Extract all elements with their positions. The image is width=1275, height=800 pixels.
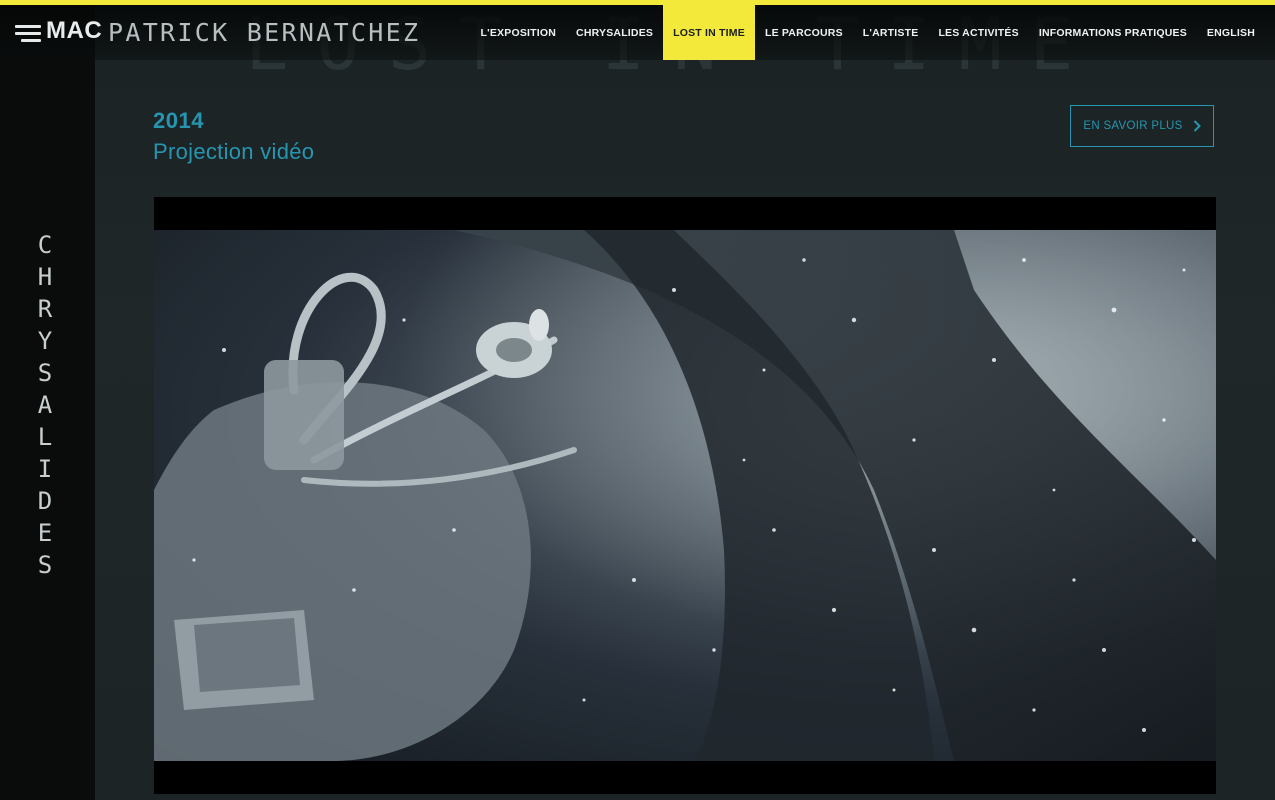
nav-item-les-activités[interactable]: LES ACTIVITÉS: [928, 5, 1028, 60]
sidebar: CHRYSALIDES: [0, 5, 95, 800]
video-frame: [154, 230, 1216, 761]
mac-logo[interactable]: MAC: [46, 17, 102, 45]
artwork-year: 2014: [153, 108, 204, 133]
learn-more-button[interactable]: EN SAVOIR PLUS: [1070, 105, 1214, 147]
main-nav: L'EXPOSITION CHRYSALIDES LOST IN TIME LE PA…: [481, 5, 1265, 60]
site-header: MAC PATRICK BERNATCHEZ L'EXPOSITION CHRYS…: [0, 5, 1275, 60]
hamburger-icon[interactable]: [15, 25, 41, 43]
nav-item-informations-pratiques[interactable]: INFORMATIONS PRATIQUES: [1029, 5, 1197, 60]
learn-more-label: EN SAVOIR PLUS: [1083, 120, 1183, 132]
sidebar-title-letter: R: [37, 295, 53, 323]
sidebar-title-letter: I: [37, 455, 53, 483]
sidebar-title-letter: C: [37, 231, 53, 259]
sidebar-title-letter: A: [37, 391, 53, 419]
sidebar-title-letter: E: [37, 519, 53, 547]
video-still-image: [154, 230, 1216, 761]
nav-item-le-parcours[interactable]: LE PARCOURS: [755, 5, 853, 60]
sidebar-title-letter: D: [37, 487, 53, 515]
sidebar-title-letter: S: [37, 359, 53, 387]
nav-item-l-exposition[interactable]: L'EXPOSITION: [471, 5, 567, 60]
artwork-medium: Projection vidéo: [153, 139, 315, 164]
nav-item-l-artiste[interactable]: L'ARTISTE: [853, 5, 929, 60]
nav-item-lost-in-time[interactable]: LOST IN TIME: [663, 5, 755, 60]
sidebar-title-letter: L: [37, 423, 53, 451]
video-player[interactable]: [154, 197, 1216, 794]
sidebar-title-letter: H: [37, 263, 53, 291]
sidebar-title-letter: S: [37, 551, 53, 579]
nav-item-chrysalides[interactable]: CHRYSALIDES: [566, 5, 663, 60]
sidebar-vertical-title[interactable]: CHRYSALIDES: [0, 229, 90, 581]
sidebar-title-letter: Y: [37, 327, 53, 355]
chevron-right-icon: [1193, 120, 1201, 132]
nav-item-english[interactable]: ENGLISH: [1197, 5, 1265, 60]
artist-name[interactable]: PATRICK BERNATCHEZ: [108, 18, 420, 47]
